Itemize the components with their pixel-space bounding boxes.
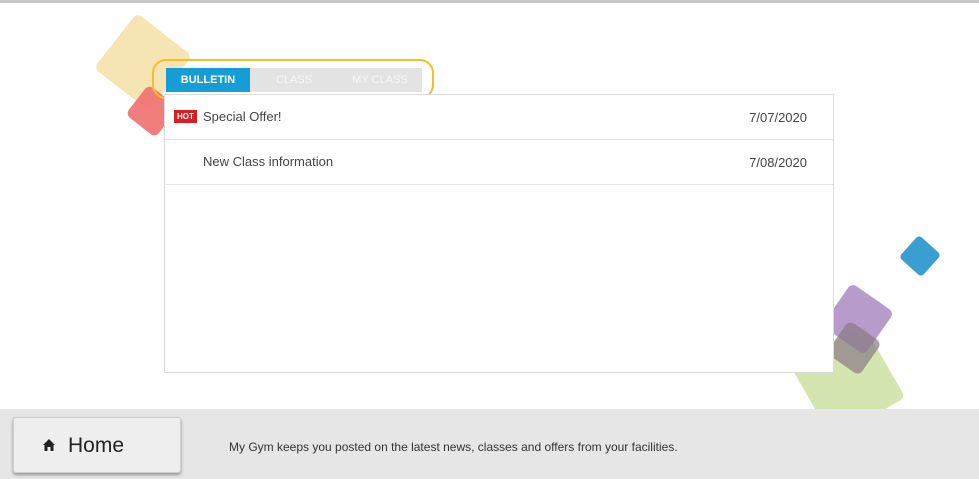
bulletin-date: 7/07/2020 — [749, 110, 807, 125]
home-label: Home — [68, 434, 125, 457]
hot-badge: HOT — [174, 110, 197, 123]
bulletin-title: New Class information — [203, 154, 334, 169]
decorative-tile-blue — [898, 234, 942, 278]
top-divider — [0, 0, 979, 3]
bulletin-row[interactable]: HOT Special Offer! 7/07/2020 — [165, 95, 833, 140]
bulletin-row[interactable]: New Class information 7/08/2020 — [165, 140, 833, 185]
bulletin-title: Special Offer! — [203, 109, 282, 124]
footer-message: My Gym keeps you posted on the latest ne… — [229, 440, 678, 454]
bulletin-date: 7/08/2020 — [749, 155, 807, 170]
home-icon — [43, 439, 55, 451]
home-button[interactable]: Home — [13, 417, 181, 473]
bulletin-list: HOT Special Offer! 7/07/2020 New Class i… — [164, 94, 834, 373]
tab-highlight-ring — [152, 59, 434, 99]
